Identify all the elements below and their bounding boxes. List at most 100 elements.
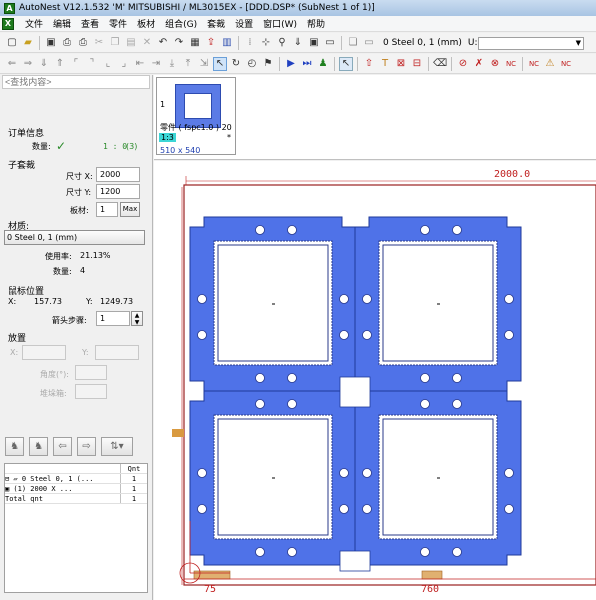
tree-row[interactable]: Total qnt 1 <box>5 494 147 504</box>
select-icon[interactable]: ↖ <box>339 56 353 71</box>
clamp-marker <box>172 429 184 437</box>
redo-icon[interactable]: ↷ <box>172 36 186 50</box>
new-icon[interactable]: ▢ <box>5 36 19 50</box>
back-arrow-icon[interactable]: ⇦ <box>53 437 72 456</box>
nc-icon[interactable]: NC <box>527 57 541 71</box>
arrow-right-icon[interactable]: ⇒ <box>21 57 35 71</box>
align-icon[interactable]: ⇓ <box>291 36 305 50</box>
nc-check-icon[interactable]: NC <box>559 57 573 71</box>
move-up-icon[interactable]: ⤒ <box>181 57 195 71</box>
move-left-icon[interactable]: ⇤ <box>133 57 147 71</box>
arrow-down-icon[interactable]: ⇓ <box>37 57 51 71</box>
menu-file[interactable]: 文件 <box>20 17 48 30</box>
nest-canvas[interactable]: 2000.0 75 760 <box>154 161 596 600</box>
grid-icon[interactable]: ⁞ <box>243 36 257 50</box>
menu-window[interactable]: 窗口(W) <box>258 17 302 30</box>
pointer-active-icon[interactable]: ↖ <box>213 56 227 71</box>
document-icon[interactable]: X <box>2 17 14 30</box>
part-bolt-hole <box>339 330 349 340</box>
delete-icon[interactable]: ✕ <box>140 36 154 50</box>
thumb-star: * <box>227 133 231 142</box>
move-up-part-icon[interactable]: ♞ <box>5 437 24 456</box>
part-bolt-hole <box>420 547 430 557</box>
forward-arrow-icon[interactable]: ⇨ <box>77 437 96 456</box>
sheet-dropdown[interactable]: ▼ <box>478 37 584 50</box>
angle-field[interactable] <box>75 365 107 380</box>
no-cut-icon[interactable]: ⊘ <box>456 57 470 71</box>
dimension-bottom-right: 760 <box>421 584 439 595</box>
sheets-label: 板材: <box>70 206 89 215</box>
sort-icon[interactable]: ⇅▾ <box>101 437 133 456</box>
no-label-icon[interactable]: NC <box>504 57 518 71</box>
size-x-field[interactable]: 2000 <box>96 167 140 182</box>
nc-run-icon[interactable]: ⚠ <box>543 57 557 71</box>
move-down-icon[interactable]: ⤓ <box>165 57 179 71</box>
undo-icon[interactable]: ↶ <box>156 36 170 50</box>
menu-part[interactable]: 零件 <box>104 17 132 30</box>
material-button[interactable]: 0 Steel 0, 1 (mm) <box>4 230 145 245</box>
copy-icon[interactable]: ❐ <box>108 36 122 50</box>
part-bolt-hole <box>452 547 462 557</box>
menu-group[interactable]: 组合(G) <box>160 17 202 30</box>
sheet-icon[interactable]: ▭ <box>362 36 376 50</box>
menu-edit[interactable]: 编辑 <box>48 17 76 30</box>
corner-tr-icon[interactable]: ⌝ <box>85 57 99 71</box>
print-icon[interactable]: ⎙ <box>76 36 90 50</box>
part-bolt-hole <box>287 399 297 409</box>
snap-icon[interactable]: ⊹ <box>259 36 273 50</box>
tee-icon[interactable]: T <box>378 57 392 71</box>
corner-bl-icon[interactable]: ⌞ <box>101 57 115 71</box>
move-down-part-icon[interactable]: ♞ <box>29 437 48 456</box>
max-button[interactable]: Max <box>120 202 140 217</box>
menu-settings[interactable]: 设置 <box>230 17 258 30</box>
frame-icon[interactable]: ▭ <box>323 36 337 50</box>
corner-tl-icon[interactable]: ⌜ <box>69 57 83 71</box>
separator <box>279 56 280 71</box>
save-icon[interactable]: ▣ <box>44 36 58 50</box>
sheet-copy-icon[interactable]: ❏ <box>346 36 360 50</box>
sheets-field[interactable]: 1 <box>96 202 118 217</box>
place-y-field[interactable] <box>95 345 139 360</box>
no-tag-icon[interactable]: ✗ <box>472 57 486 71</box>
tag-remove-icon[interactable]: ⊟ <box>410 57 424 71</box>
tree-row[interactable]: ⊟ ▱ 0 Steel 0, 1 (... 1 <box>5 474 147 484</box>
part-bolt-hole <box>362 330 372 340</box>
no-mark-icon[interactable]: ⊗ <box>488 57 502 71</box>
spinner-icon[interactable]: ▲ ▼ <box>131 311 143 326</box>
stack-field[interactable] <box>75 384 107 399</box>
flag-icon[interactable]: ⚑ <box>261 57 275 71</box>
menu-nest[interactable]: 套裁 <box>202 17 230 30</box>
report-icon[interactable]: ▦ <box>188 36 202 50</box>
shift-icon[interactable]: ⇲ <box>197 57 211 71</box>
arrow-step-field[interactable]: 1 <box>96 311 130 326</box>
arrow-left-icon[interactable]: ⇐ <box>5 57 19 71</box>
menu-sheet[interactable]: 板材 <box>132 17 160 30</box>
next-icon[interactable]: ⏭ <box>300 57 314 71</box>
menu-view[interactable]: 查看 <box>76 17 104 30</box>
tag-icon[interactable]: ⊠ <box>394 57 408 71</box>
tree-row[interactable]: ▣ (1) 2000 X ... 1 <box>5 484 147 494</box>
timer-icon[interactable]: ◴ <box>245 57 259 71</box>
tool-icon[interactable]: ⚲ <box>275 36 289 50</box>
move-right-icon[interactable]: ⇥ <box>149 57 163 71</box>
search-input[interactable] <box>2 75 150 89</box>
export-icon[interactable]: ⇪ <box>204 36 218 50</box>
part-thumbnail[interactable]: 1 零件 ( fspc1.0 ) 20 1:3 * 510 x 540 <box>156 77 236 155</box>
arrow-up-icon[interactable]: ⇑ <box>53 57 67 71</box>
size-y-field[interactable]: 1200 <box>96 184 140 199</box>
person-icon[interactable]: ♟ <box>316 57 330 71</box>
menu-help[interactable]: 帮助 <box>302 17 330 30</box>
corner-br-icon[interactable]: ⌟ <box>117 57 131 71</box>
open-icon[interactable]: ▰ <box>21 36 35 50</box>
place-x-field[interactable] <box>22 345 66 360</box>
print-preview-icon[interactable]: ⎙ <box>60 36 74 50</box>
cut-icon[interactable]: ✂ <box>92 36 106 50</box>
eraser-icon[interactable]: ⌫ <box>433 57 447 71</box>
nest-drawing[interactable]: 2000.0 75 760 <box>154 161 596 600</box>
barcode-icon[interactable]: ▥ <box>220 36 234 50</box>
fit-icon[interactable]: ▣ <box>307 36 321 50</box>
rotate-icon[interactable]: ↻ <box>229 57 243 71</box>
play-icon[interactable]: ▶ <box>284 57 298 71</box>
pin-icon[interactable]: ⇧ <box>362 57 376 71</box>
paste-icon[interactable]: ▤ <box>124 36 138 50</box>
